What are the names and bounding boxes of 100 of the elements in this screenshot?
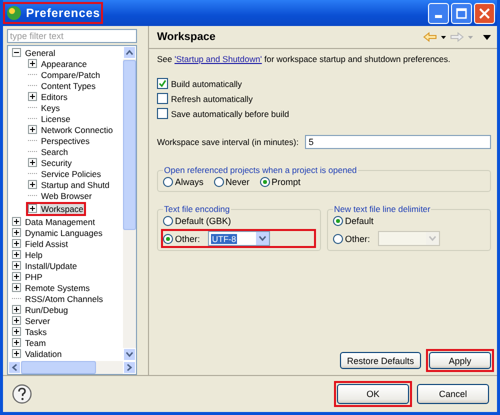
tree-item[interactable]: Data Management: [24, 216, 96, 226]
radio-button[interactable]: [333, 234, 343, 244]
radio-button[interactable]: [163, 177, 173, 187]
expand-icon[interactable]: [28, 204, 37, 213]
radio-label[interactable]: Default (GBK): [175, 216, 232, 226]
expand-icon[interactable]: [12, 239, 21, 248]
expand-icon[interactable]: [12, 283, 21, 292]
collapse-icon[interactable]: [12, 48, 21, 57]
cancel-button[interactable]: Cancel: [417, 384, 489, 404]
combo-box[interactable]: UTF-8: [208, 231, 270, 246]
tree-item[interactable]: PHP: [24, 272, 44, 282]
tree-item[interactable]: General: [24, 48, 56, 58]
tree-item[interactable]: Dynamic Languages: [24, 228, 104, 238]
expand-icon[interactable]: [12, 338, 21, 347]
scroll-down-icon: [126, 352, 133, 357]
tree-item[interactable]: Editors: [40, 92, 68, 102]
expand-icon[interactable]: [12, 316, 21, 325]
filter-field[interactable]: type filter text: [7, 29, 137, 43]
radio-label[interactable]: Never: [226, 177, 250, 187]
expand-icon[interactable]: [12, 327, 21, 336]
radio-label[interactable]: Other:: [175, 234, 200, 244]
tree-item[interactable]: Startup and Shutd: [40, 180, 111, 190]
tree-item[interactable]: Remote Systems: [24, 282, 91, 292]
checkbox-label[interactable]: Refresh automatically: [171, 94, 253, 104]
interval-label: Workspace save interval (in minutes):: [157, 137, 299, 147]
tree-item[interactable]: License: [40, 114, 72, 124]
check-icon: [159, 80, 166, 87]
help-icon[interactable]: [12, 384, 32, 404]
restore-defaults-button[interactable]: Restore Defaults: [340, 352, 421, 369]
tree-item[interactable]: Run/Debug: [24, 304, 70, 314]
expand-icon[interactable]: [12, 250, 21, 259]
expand-icon[interactable]: [12, 349, 21, 358]
tree-item[interactable]: Help: [24, 250, 44, 260]
page-title: Workspace: [157, 31, 216, 43]
maximize-button[interactable]: [451, 2, 472, 24]
minimize-icon: [435, 15, 442, 18]
expand-icon[interactable]: [12, 272, 21, 281]
apply-button[interactable]: Apply: [429, 352, 491, 369]
radio-label[interactable]: Prompt: [272, 177, 301, 187]
group-title: Text file encoding: [163, 204, 231, 214]
expand-icon[interactable]: [12, 305, 21, 314]
expand-icon[interactable]: [28, 92, 37, 101]
tree-item[interactable]: Perspectives: [40, 136, 91, 146]
radio-button[interactable]: [260, 177, 270, 187]
minimize-button[interactable]: [428, 2, 449, 24]
tree-item[interactable]: Web Browser: [40, 190, 93, 200]
radio-label[interactable]: Default: [345, 216, 374, 226]
tree-item[interactable]: Search: [40, 146, 69, 156]
tree-item[interactable]: Security: [40, 158, 73, 168]
description-text: See 'Startup and Shutdown' for workspace startup and shutdown preferences.: [157, 54, 452, 64]
checkbox[interactable]: [157, 108, 168, 119]
scroll-left-icon: [12, 364, 17, 371]
tree-item[interactable]: Workspace: [40, 204, 84, 214]
tree-item[interactable]: Install/Update: [24, 260, 78, 270]
maximize-icon: [456, 8, 467, 18]
tree-item[interactable]: Content Types: [40, 80, 97, 90]
tree-item[interactable]: Keys: [40, 102, 61, 112]
app-icon: [6, 5, 22, 21]
checkbox[interactable]: [157, 93, 168, 104]
highlight-frame: [426, 349, 494, 372]
tree-item[interactable]: RSS/Atom Channels: [24, 294, 104, 304]
menu-caret-icon[interactable]: [483, 34, 491, 40]
ok-button[interactable]: OK: [337, 384, 409, 404]
radio-label[interactable]: Other:: [345, 234, 370, 244]
radio-button[interactable]: [163, 216, 173, 226]
expand-icon[interactable]: [28, 125, 37, 134]
tree-item[interactable]: Network Connectio: [40, 124, 114, 134]
window-title: Preferences: [26, 6, 100, 20]
checkbox-label[interactable]: Save automatically before build: [171, 108, 290, 118]
tree-item[interactable]: Server: [24, 316, 52, 326]
tree-item[interactable]: Compare/Patch: [40, 70, 102, 80]
radio-button[interactable]: [333, 216, 343, 226]
tree-item[interactable]: Team: [24, 338, 47, 348]
vertical-scrollbar[interactable]: [123, 46, 136, 361]
expand-icon[interactable]: [12, 217, 21, 226]
startup-link[interactable]: 'Startup and Shutdown': [174, 54, 262, 64]
close-icon: [479, 8, 490, 18]
interval-field[interactable]: 5: [304, 135, 491, 149]
radio-button[interactable]: [214, 177, 224, 187]
horizontal-scrollbar[interactable]: [8, 361, 136, 374]
close-button[interactable]: [474, 2, 495, 24]
tree-item[interactable]: Field Assist: [24, 238, 69, 248]
expand-icon[interactable]: [28, 180, 37, 189]
checkbox-label[interactable]: Build automatically: [171, 78, 242, 88]
radio-button[interactable]: [163, 234, 173, 244]
expand-icon[interactable]: [28, 158, 37, 167]
checkbox[interactable]: [157, 78, 168, 89]
expand-icon[interactable]: [12, 228, 21, 237]
tree-item[interactable]: Service Policies: [40, 168, 102, 178]
expand-icon[interactable]: [12, 261, 21, 270]
expand-icon[interactable]: [28, 59, 37, 68]
group-title: New text file line delimiter: [333, 204, 432, 214]
scroll-right-icon: [127, 364, 132, 371]
radio-label[interactable]: Always: [175, 177, 204, 187]
tree-item[interactable]: Appearance: [40, 58, 88, 68]
caret-icon[interactable]: [441, 36, 446, 38]
tree-item[interactable]: Validation: [24, 348, 63, 358]
highlight-frame: [26, 202, 86, 216]
scroll-up-icon: [126, 50, 133, 55]
tree-item[interactable]: Tasks: [24, 326, 48, 336]
